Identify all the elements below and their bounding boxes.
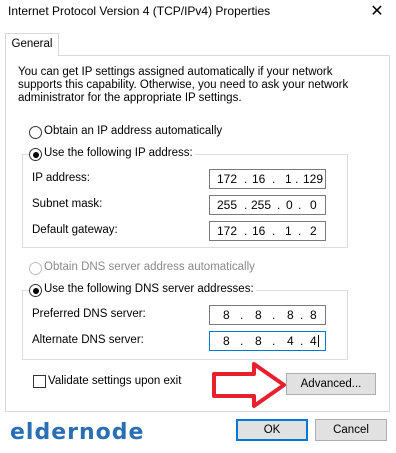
- title-bar: Internet Protocol Version 4 (TCP/IPv4) P…: [0, 0, 396, 26]
- window-title: Internet Protocol Version 4 (TCP/IPv4) P…: [8, 4, 271, 18]
- default-gateway-field[interactable]: 172 . 16 . 1 . 2: [209, 221, 326, 241]
- ip-octet: 255: [251, 198, 272, 212]
- advanced-button[interactable]: Advanced...: [286, 373, 376, 395]
- ip-octet: 4: [287, 334, 294, 348]
- ip-octet: 0: [310, 198, 317, 212]
- ip-octet: 255: [217, 198, 238, 212]
- ip-octet: 8: [223, 334, 230, 348]
- dns-manual-radio[interactable]: [29, 284, 42, 297]
- dns-auto-radio: [29, 262, 42, 275]
- alternate-dns-field[interactable]: 8 . 8 . 4 . 4: [209, 331, 326, 351]
- ip-octet: 172: [217, 172, 238, 186]
- ip-octet: 8: [287, 308, 294, 322]
- default-gateway-label: Default gateway:: [32, 224, 118, 236]
- ip-octet: 4: [310, 334, 317, 348]
- dns-manual-label[interactable]: Use the following DNS server addresses:: [42, 283, 256, 295]
- subnet-mask-field[interactable]: 255 . 255 . 0 . 0: [209, 195, 326, 215]
- ip-address-field[interactable]: 172 . 16 . 1 . 129: [209, 169, 326, 189]
- ip-octet: 1: [285, 224, 292, 238]
- ip-manual-label[interactable]: Use the following IP address:: [42, 147, 195, 159]
- close-icon[interactable]: ✕: [366, 2, 388, 22]
- subnet-mask-label: Subnet mask:: [32, 198, 103, 210]
- red-arrow-icon: [212, 362, 286, 408]
- ip-octet: 8: [255, 308, 262, 322]
- ip-octet: 0: [286, 198, 293, 212]
- ip-auto-label[interactable]: Obtain an IP address automatically: [42, 125, 225, 137]
- ip-octet: 16: [252, 172, 266, 186]
- ip-octet: 8: [223, 308, 230, 322]
- ip-address-label: IP address:: [32, 172, 90, 184]
- dns-auto-label: Obtain DNS server address automatically: [42, 261, 257, 273]
- ip-octet: 2: [310, 224, 317, 238]
- ip-octet: 16: [252, 224, 266, 238]
- alternate-dns-label: Alternate DNS server:: [32, 334, 144, 346]
- ip-octet: 8: [255, 334, 262, 348]
- preferred-dns-label: Preferred DNS server:: [32, 308, 146, 320]
- eldernode-logo: eldernode: [10, 420, 144, 445]
- ip-auto-radio[interactable]: [29, 126, 42, 139]
- ok-button[interactable]: OK: [236, 419, 308, 441]
- validate-checkbox[interactable]: [33, 375, 46, 388]
- ip-octet: 1: [285, 172, 292, 186]
- validate-label[interactable]: Validate settings upon exit: [48, 375, 181, 387]
- cancel-button[interactable]: Cancel: [315, 419, 387, 441]
- ip-octet: 172: [217, 224, 238, 238]
- ip-octet: 129: [303, 172, 324, 186]
- preferred-dns-field[interactable]: 8 . 8 . 8 . 8: [209, 305, 326, 325]
- logo-text: eldernode: [10, 420, 145, 445]
- text-caret: [318, 335, 319, 347]
- ip-manual-radio[interactable]: [29, 148, 42, 161]
- ip-octet: 8: [310, 308, 317, 322]
- tab-general[interactable]: General: [5, 33, 59, 56]
- description-text: You can get IP settings assigned automat…: [18, 66, 349, 104]
